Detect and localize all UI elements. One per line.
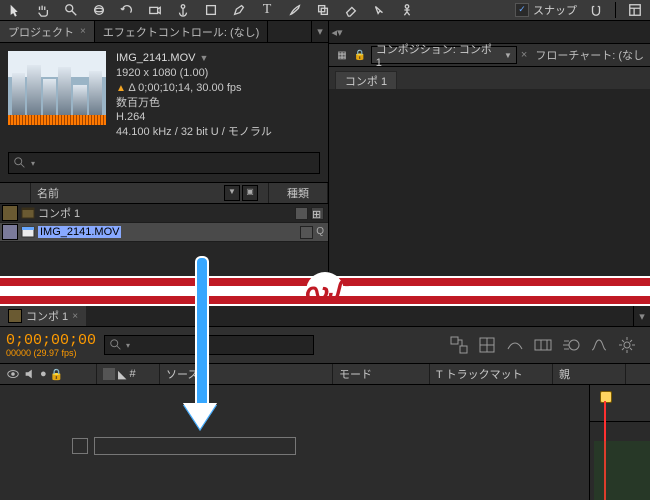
roto-tool-icon[interactable] (370, 2, 388, 18)
tag-icon[interactable] (300, 226, 313, 239)
time-ruler[interactable] (590, 385, 650, 422)
section-divider-graphic: ᔓᔑ (0, 276, 650, 306)
footage-icon (20, 225, 36, 239)
comp-icon (20, 206, 36, 220)
close-icon[interactable]: × (521, 49, 527, 61)
timeline-tracks[interactable] (589, 385, 650, 500)
composition-dropdown[interactable]: コンポジション: コンポ 1▼ (371, 46, 517, 64)
chevron-down-icon[interactable]: ▼ (199, 53, 208, 63)
snap-options-icon[interactable] (587, 2, 605, 18)
motion-blur-icon[interactable] (560, 334, 582, 356)
flowchart-label[interactable]: フローチャート: (なし (535, 47, 644, 63)
comp-chip[interactable]: コンポ 1 (335, 71, 397, 91)
brush-tool-icon[interactable] (286, 2, 304, 18)
timeline-search[interactable]: ▾ (104, 335, 314, 355)
tab-project[interactable]: プロジェクト× (0, 21, 95, 42)
footage-thumbnail[interactable] (8, 51, 106, 125)
composition-viewer[interactable] (329, 89, 650, 276)
label-swatch (8, 309, 22, 323)
panel-nav-icon[interactable]: ◂▾ (329, 21, 345, 43)
graph-editor-icon[interactable] (588, 334, 610, 356)
number-column[interactable]: # (129, 368, 135, 380)
zoom-tool-icon[interactable] (62, 2, 80, 18)
comp-mini-flowchart-icon[interactable] (448, 334, 470, 356)
orbit-tool-icon[interactable] (90, 2, 108, 18)
video-switch-icon[interactable] (6, 367, 20, 381)
column-name[interactable]: 名前 ▼▣ (31, 183, 269, 203)
current-time[interactable]: 0;00;00;00 00000 (29.97 fps) (6, 333, 96, 358)
camera-tool-icon[interactable] (146, 2, 164, 18)
column-type[interactable]: 種類 (269, 183, 328, 203)
flow-icon[interactable]: ⊞ (311, 207, 324, 220)
pen-tool-icon[interactable] (230, 2, 248, 18)
project-item-label: IMG_2141.MOV (36, 226, 278, 238)
sort-icon[interactable]: ▼ (224, 185, 240, 201)
app-toolbar: T ✓ スナップ (0, 0, 650, 21)
parent-column[interactable]: 親 (553, 364, 626, 384)
search-icon (13, 156, 27, 170)
footage-metadata: IMG_2141.MOV▼ 1920 x 1080 (1.00) ▲ Δ 0;0… (116, 51, 272, 140)
label-swatch[interactable] (2, 224, 18, 240)
audio-switch-icon[interactable] (23, 367, 37, 381)
timeline-columns-header: ● 🔒 ◣ # ソース名 モード T トラックマット 親 (0, 364, 650, 385)
shape-tool-icon[interactable] (202, 2, 220, 18)
search-icon (109, 338, 123, 352)
placeholder-checkbox (72, 438, 88, 454)
timeline-layers-area[interactable] (0, 385, 650, 500)
waveform-icon (8, 115, 106, 125)
selection-tool[interactable] (6, 2, 24, 18)
grid-icon[interactable]: ▦ (335, 48, 349, 62)
anchor-tool-icon[interactable] (174, 2, 192, 18)
project-list-header: 名前 ▼▣ 種類 (0, 182, 328, 204)
lock-icon[interactable]: 🔒 (353, 48, 367, 62)
timeline-panel: コンポ 1 × ▾ 0;00;00;00 00000 (29.97 fps) ▾… (0, 306, 650, 500)
brainstorm-icon[interactable] (616, 334, 638, 356)
timeline-tab[interactable]: コンポ 1 × (0, 306, 86, 326)
hand-tool-icon[interactable] (34, 2, 52, 18)
shy-column-icon[interactable]: ◣ (118, 368, 126, 381)
snap-checkbox-icon: ✓ (515, 3, 529, 17)
project-item-footage[interactable]: IMG_2141.MOV Q (0, 223, 328, 242)
solo-switch-icon[interactable]: ● (40, 368, 47, 380)
layer-drop-placeholder (72, 437, 296, 455)
layout-button-icon[interactable] (626, 2, 644, 18)
source-name-column[interactable]: ソース名 (160, 364, 333, 384)
rotate-tool-icon[interactable] (118, 2, 136, 18)
snap-toggle[interactable]: ✓ スナップ (515, 2, 577, 18)
close-icon[interactable]: × (72, 311, 78, 322)
project-search[interactable]: ▾ (8, 152, 320, 174)
close-icon[interactable]: × (80, 26, 86, 37)
panel-menu-icon[interactable]: ▾ (633, 306, 650, 326)
project-item-comp[interactable]: コンポ 1 ⊞ (0, 204, 328, 223)
trackmatte-column[interactable]: T トラックマット (430, 364, 553, 384)
puppet-tool-icon[interactable] (398, 2, 416, 18)
snap-label: スナップ (533, 2, 577, 18)
label-column-icon[interactable] (103, 368, 115, 380)
text-tool-icon[interactable]: T (258, 2, 276, 18)
logo-mark-icon: ᔓᔑ (308, 274, 342, 308)
current-time-indicator-icon[interactable] (598, 391, 612, 415)
draft3d-icon[interactable] (476, 334, 498, 356)
eraser-tool-icon[interactable] (342, 2, 360, 18)
panel-menu-icon[interactable]: ▾ (311, 21, 328, 42)
filter-icon[interactable]: ▣ (242, 185, 258, 201)
label-swatch[interactable] (2, 205, 18, 221)
project-panel: プロジェクト× エフェクトコントロール: (なし) ▾ IMG_2141.MOV… (0, 21, 329, 276)
frame-blend-icon[interactable] (532, 334, 554, 356)
composition-panel: ◂▾ ▦ 🔒 コンポジション: コンポ 1▼ × フローチャート: (なし コン… (329, 21, 650, 276)
hides-shy-icon[interactable] (504, 334, 526, 356)
mode-column[interactable]: モード (333, 364, 430, 384)
clone-tool-icon[interactable] (314, 2, 332, 18)
placeholder-field (94, 437, 296, 455)
tag-icon[interactable] (295, 207, 308, 220)
tab-effect-controls[interactable]: エフェクトコントロール: (なし) (95, 21, 268, 42)
lock-switch-icon[interactable]: 🔒 (50, 368, 64, 381)
project-item-label: コンポ 1 (36, 205, 278, 221)
